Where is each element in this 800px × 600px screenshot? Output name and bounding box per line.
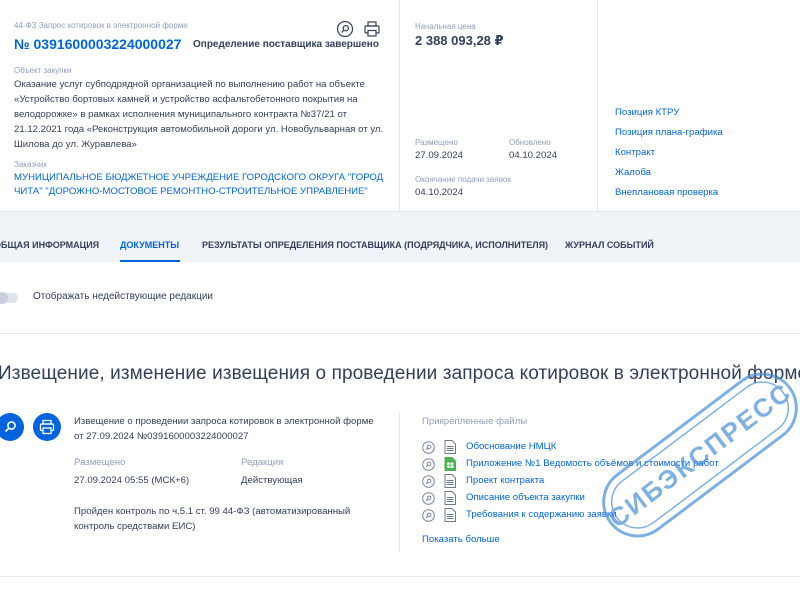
attached-file-row[interactable]: Обоснование НМЦК — [422, 440, 782, 457]
document-file-icon — [444, 474, 456, 488]
attached-file-link[interactable]: Приложение №1 Ведомость объёмов и стоимо… — [466, 458, 719, 469]
object-label: Объект закупки — [14, 66, 72, 75]
divider — [0, 576, 800, 577]
attached-file-row[interactable]: Требования к содержанию заявки — [422, 508, 782, 525]
column-separator — [399, 412, 400, 552]
document-file-icon — [444, 491, 456, 505]
divider — [0, 333, 800, 334]
placed-label: Размещено — [415, 138, 458, 147]
search-icon[interactable] — [422, 492, 435, 505]
attached-file-link[interactable]: Описание объекта закупки — [466, 492, 585, 503]
updated-date: 04.10.2024 — [509, 150, 558, 161]
attached-file-row[interactable]: Описание объекта закупки — [422, 491, 782, 508]
price-column: Начальная цена 2 388 093,28 ₽ Размещено … — [400, 0, 598, 212]
section-title: Извещение, изменение извещения о проведе… — [0, 363, 800, 384]
link-unscheduled-inspection[interactable]: Внеплановая проверка — [615, 186, 723, 206]
show-more-link[interactable]: Показать больше — [422, 534, 500, 545]
link-ktru-position[interactable]: Позиция КТРУ — [615, 106, 723, 126]
print-icon[interactable] — [363, 20, 381, 38]
doc-placed-label: Размещено — [74, 457, 126, 468]
attached-file-link[interactable]: Проект контракта — [466, 475, 544, 486]
initial-price: 2 388 093,28 ₽ — [415, 33, 504, 48]
price-label: Начальная цена — [415, 22, 476, 31]
purchase-card: 44-ФЗ Запрос котировок в электронной фор… — [0, 0, 800, 212]
search-icon[interactable] — [422, 441, 435, 454]
link-complaint[interactable]: Жалоба — [615, 166, 723, 186]
link-contract[interactable]: Контракт — [615, 146, 723, 166]
doc-edition-label: Редакция — [241, 457, 284, 468]
customer-label: Заказчик — [14, 160, 47, 169]
document-title: Извещение о проведении запроса котировок… — [74, 416, 374, 442]
tab-event-log[interactable]: ЖУРНАЛ СОБЫТИЙ — [565, 226, 654, 262]
link-plan-schedule[interactable]: Позиция плана-графика — [615, 126, 723, 146]
search-icon[interactable] — [336, 20, 354, 38]
search-icon[interactable] — [422, 458, 435, 471]
registry-number-link[interactable]: № 0391600003224000027 — [14, 36, 181, 52]
updated-label: Обновлено — [509, 138, 551, 147]
deadline-label: Окончание подачи заявок — [415, 175, 511, 184]
purchase-main-column: 44-ФЗ Запрос котировок в электронной фор… — [0, 0, 400, 212]
search-icon[interactable] — [422, 509, 435, 522]
deadline-date: 04.10.2024 — [415, 187, 464, 198]
object-description: Оказание услуг субподрядной организацией… — [14, 79, 384, 150]
tab-supplier-results[interactable]: РЕЗУЛЬТАТЫ ОПРЕДЕЛЕНИЯ ПОСТАВЩИКА (ПОДРЯ… — [202, 226, 548, 262]
documents-panel: Отображать недействующие редакции Извеще… — [0, 262, 800, 600]
attached-file-link[interactable]: Требования к содержанию заявки — [466, 509, 617, 520]
print-icon — [39, 419, 55, 435]
inactive-editions-toggle[interactable] — [0, 292, 18, 304]
status-text: Определение поставщика завершено — [193, 39, 379, 50]
doc-placed-value: 27.09.2024 05:55 (МСК+6) — [74, 475, 190, 486]
search-icon — [4, 421, 16, 433]
excel-file-icon — [444, 457, 456, 471]
related-links: Позиция КТРУ Позиция плана-графика Контр… — [615, 106, 723, 206]
document-file-icon — [444, 508, 456, 522]
attached-file-row[interactable]: Проект контракта — [422, 474, 782, 491]
view-document-button[interactable] — [0, 413, 24, 441]
document-file-icon — [444, 440, 456, 454]
law-type: 44-ФЗ Запрос котировок в электронной фор… — [14, 21, 188, 30]
attached-files-label: Прикрепленные файлы — [422, 416, 528, 427]
customer-link[interactable]: МУНИЦИПАЛЬНОЕ БЮДЖЕТНОЕ УЧРЕЖДЕНИЕ ГОРОД… — [14, 171, 386, 199]
tab-documents[interactable]: ДОКУМЕНТЫ — [120, 226, 179, 262]
search-icon[interactable] — [422, 475, 435, 488]
tab-general-info[interactable]: ОБЩАЯ ИНФОРМАЦИЯ — [0, 226, 99, 262]
print-document-button[interactable] — [33, 413, 61, 441]
attached-file-row[interactable]: Приложение №1 Ведомость объёмов и стоимо… — [422, 457, 782, 474]
toggle-knob — [0, 292, 8, 304]
placed-date: 27.09.2024 — [415, 150, 464, 161]
attached-file-link[interactable]: Обоснование НМЦК — [466, 441, 556, 452]
doc-control-status: Пройден контроль по ч.5.1 ст. 99 44-ФЗ (… — [74, 506, 351, 532]
related-links-column: Позиция КТРУ Позиция плана-графика Контр… — [598, 0, 800, 212]
doc-edition-value: Действующая — [241, 475, 303, 486]
tab-bar: ОБЩАЯ ИНФОРМАЦИЯ ДОКУМЕНТЫ РЕЗУЛЬТАТЫ ОП… — [0, 226, 800, 262]
toggle-label: Отображать недействующие редакции — [33, 291, 214, 302]
